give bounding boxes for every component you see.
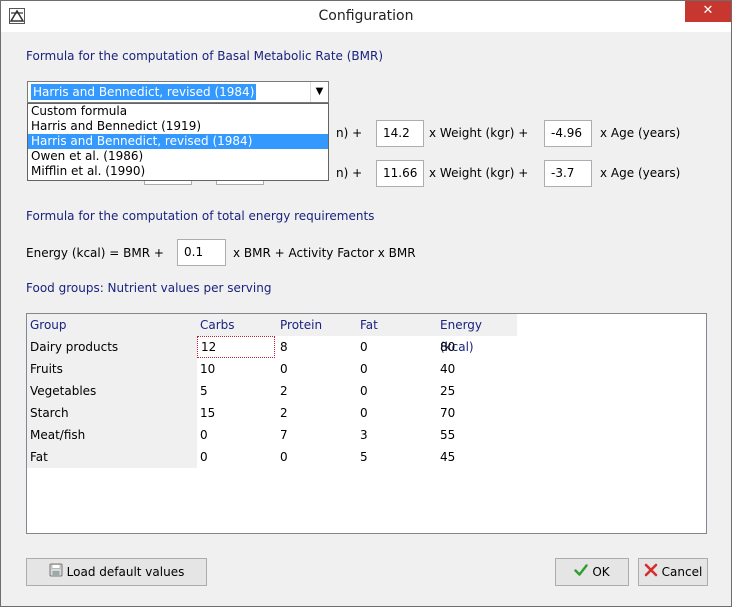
group-cell: Fat <box>27 446 197 468</box>
group-cell: Starch <box>27 402 197 424</box>
protein-cell[interactable]: 0 <box>277 358 288 380</box>
group-cell: Meat/fish <box>27 424 197 446</box>
row1-partial-label: n) + <box>336 126 363 140</box>
row2-age-label: x Age (years) <box>600 166 681 180</box>
energy-suffix-label: x BMR + Activity Factor x BMR <box>233 246 416 260</box>
ok-button[interactable]: OK <box>555 558 629 586</box>
food-groups-table: Group Carbs Protein Fat Energy (kcal) Da… <box>26 313 707 534</box>
energy-cell[interactable]: 70 <box>437 402 455 424</box>
row1-age-label: x Age (years) <box>600 126 681 140</box>
row1-age-coef-input[interactable]: -4.96 <box>544 120 592 147</box>
table-row: Starch 15 2 0 70 <box>27 402 517 424</box>
energy-section-title: Formula for the computation of total ene… <box>26 209 375 223</box>
fat-cell[interactable]: 0 <box>357 402 368 424</box>
carbs-cell-editing[interactable]: 12 <box>197 336 275 358</box>
protein-cell[interactable]: 2 <box>277 380 288 402</box>
protein-cell[interactable]: 0 <box>277 446 288 468</box>
energy-cell[interactable]: 25 <box>437 380 455 402</box>
row2-weight-coef-input[interactable]: 11.66 <box>376 160 424 187</box>
table-row: Fruits 10 0 0 40 <box>27 358 517 380</box>
fat-cell[interactable]: 0 <box>357 358 368 380</box>
dropdown-option-harris-1984[interactable]: Harris and Bennedict, revised (1984) <box>28 134 328 149</box>
bmr-formula-dropdown-list: Custom formula Harris and Bennedict (191… <box>27 103 329 181</box>
group-cell: Vegetables <box>27 380 197 402</box>
fat-cell[interactable]: 3 <box>357 424 368 446</box>
carbs-cell[interactable]: 0 <box>197 424 208 446</box>
column-header-fat[interactable]: Fat <box>357 314 378 336</box>
bmr-formula-select[interactable]: Harris and Bennedict, revised (1984) ▼ <box>27 81 329 103</box>
row2-partial-label: n) + <box>336 166 363 180</box>
table-row: Vegetables 5 2 0 25 <box>27 380 517 402</box>
cancel-button[interactable]: Cancel <box>638 558 708 586</box>
fat-cell[interactable]: 5 <box>357 446 368 468</box>
column-header-group[interactable]: Group <box>27 314 67 336</box>
carbs-cell[interactable]: 15 <box>197 402 215 424</box>
chevron-down-icon[interactable]: ▼ <box>310 82 328 102</box>
disk-icon <box>49 560 63 586</box>
protein-cell[interactable]: 2 <box>277 402 288 424</box>
table-row: Meat/fish 0 7 3 55 <box>27 424 517 446</box>
table-row: Fat 0 0 5 45 <box>27 446 517 468</box>
protein-cell[interactable]: 8 <box>277 336 288 358</box>
food-groups-section-title: Food groups: Nutrient values per serving <box>26 281 272 295</box>
table-header-row: Group Carbs Protein Fat Energy (kcal) <box>27 314 517 354</box>
column-header-protein[interactable]: Protein <box>277 314 322 336</box>
column-header-carbs[interactable]: Carbs <box>197 314 235 336</box>
energy-cell[interactable]: 55 <box>437 424 455 446</box>
energy-cell[interactable]: 40 <box>437 358 455 380</box>
fat-cell[interactable]: 0 <box>357 380 368 402</box>
table-row: Dairy products 12 8 0 80 <box>27 336 517 358</box>
x-icon <box>644 560 658 586</box>
ok-label: OK <box>592 565 610 579</box>
close-button[interactable]: ✕ <box>685 1 731 22</box>
row1-weight-coef-input[interactable]: 14.2 <box>376 120 424 147</box>
carbs-cell[interactable]: 10 <box>197 358 215 380</box>
energy-cell[interactable]: 80 <box>437 336 455 358</box>
dropdown-option-custom[interactable]: Custom formula <box>28 104 328 119</box>
column-header-energy[interactable]: Energy (kcal) <box>437 314 517 354</box>
protein-cell[interactable]: 7 <box>277 424 288 446</box>
cancel-label: Cancel <box>661 565 703 579</box>
row2-weight-label: x Weight (kgr) + <box>429 166 529 180</box>
energy-cell[interactable]: 45 <box>437 446 455 468</box>
row1-weight-label: x Weight (kgr) + <box>429 126 529 140</box>
dropdown-option-harris-1919[interactable]: Harris and Bennedict (1919) <box>28 119 328 134</box>
row2-age-coef-input[interactable]: -3.7 <box>544 160 592 187</box>
configuration-window: Configuration ✕ Formula for the computat… <box>0 0 732 607</box>
fat-cell[interactable]: 0 <box>357 336 368 358</box>
load-default-values-button[interactable]: Load default values <box>26 558 207 586</box>
carbs-cell[interactable]: 5 <box>197 380 208 402</box>
load-default-values-label: Load default values <box>66 565 185 579</box>
dropdown-option-owen[interactable]: Owen et al. (1986) <box>28 149 328 164</box>
bmr-section-title: Formula for the computation of Basal Met… <box>26 49 384 63</box>
dropdown-option-mifflin[interactable]: Mifflin et al. (1990) <box>28 164 328 179</box>
energy-prefix-label: Energy (kcal) = BMR + <box>26 246 164 260</box>
group-cell: Fruits <box>27 358 197 380</box>
title-bar: Configuration ✕ <box>1 1 731 32</box>
close-icon: ✕ <box>702 3 714 18</box>
dialog-body: Formula for the computation of Basal Met… <box>9 32 723 600</box>
window-title: Configuration <box>318 8 414 24</box>
group-cell: Dairy products <box>27 336 197 358</box>
checkmark-icon <box>574 560 589 586</box>
bmr-formula-selected-value: Harris and Bennedict, revised (1984) <box>31 84 257 100</box>
energy-coef-input[interactable]: 0.1 <box>177 239 226 266</box>
carbs-cell[interactable]: 0 <box>197 446 208 468</box>
